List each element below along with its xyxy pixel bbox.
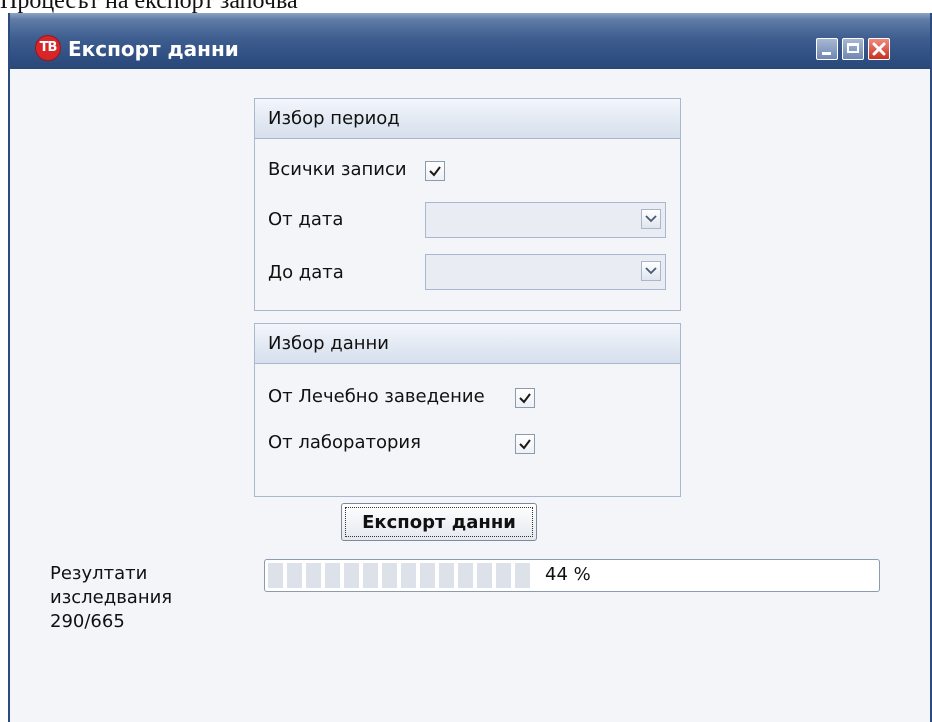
chevron-down-icon xyxy=(645,215,657,223)
to-date-select[interactable] xyxy=(425,254,666,290)
export-data-button[interactable]: Експорт данни xyxy=(341,503,537,541)
export-progress-bar: 44 % xyxy=(264,559,880,592)
results-count: 290/665 xyxy=(50,611,125,632)
hospital-label: От Лечебно заведение xyxy=(268,386,485,407)
to-date-label: До дата xyxy=(268,262,344,283)
laboratory-label: От лаборатория xyxy=(268,432,421,453)
export-window: TB Експорт данни Избор период Всички зап… xyxy=(8,13,932,722)
period-group-header: Избор период xyxy=(255,99,680,139)
checkmark-icon xyxy=(429,166,441,177)
checkmark-icon xyxy=(519,439,531,450)
chevron-down-icon xyxy=(645,267,657,275)
checkmark-icon xyxy=(519,393,531,404)
all-records-label: Всички записи xyxy=(268,159,407,180)
close-button[interactable] xyxy=(868,38,890,60)
progress-text: 44 % xyxy=(545,564,591,585)
data-group: Избор данни От Лечебно заведение От лабо… xyxy=(254,323,681,497)
from-date-dropdown-button[interactable] xyxy=(641,209,661,229)
minimize-button[interactable] xyxy=(816,38,838,60)
from-date-select[interactable] xyxy=(425,202,666,238)
title-bar[interactable]: TB Експорт данни xyxy=(10,13,930,69)
results-label: Резултати изследвания 290/665 xyxy=(50,562,172,634)
close-icon xyxy=(872,42,886,56)
results-label-line1: Резултати xyxy=(50,563,148,584)
progress-fill xyxy=(268,563,534,588)
app-logo-icon: TB xyxy=(35,35,61,61)
window-title: Експорт данни xyxy=(68,37,239,61)
from-date-label: От дата xyxy=(268,209,344,230)
export-data-button-label: Експорт данни xyxy=(362,511,516,533)
results-label-line2: изследвания xyxy=(50,587,173,608)
hospital-checkbox[interactable] xyxy=(515,388,535,408)
all-records-checkbox[interactable] xyxy=(425,161,445,181)
period-group: Избор период Всички записи От дата До да… xyxy=(254,98,681,311)
laboratory-checkbox[interactable] xyxy=(515,434,535,454)
maximize-button[interactable] xyxy=(842,38,864,60)
to-date-dropdown-button[interactable] xyxy=(641,261,661,281)
data-group-header: Избор данни xyxy=(255,324,680,364)
